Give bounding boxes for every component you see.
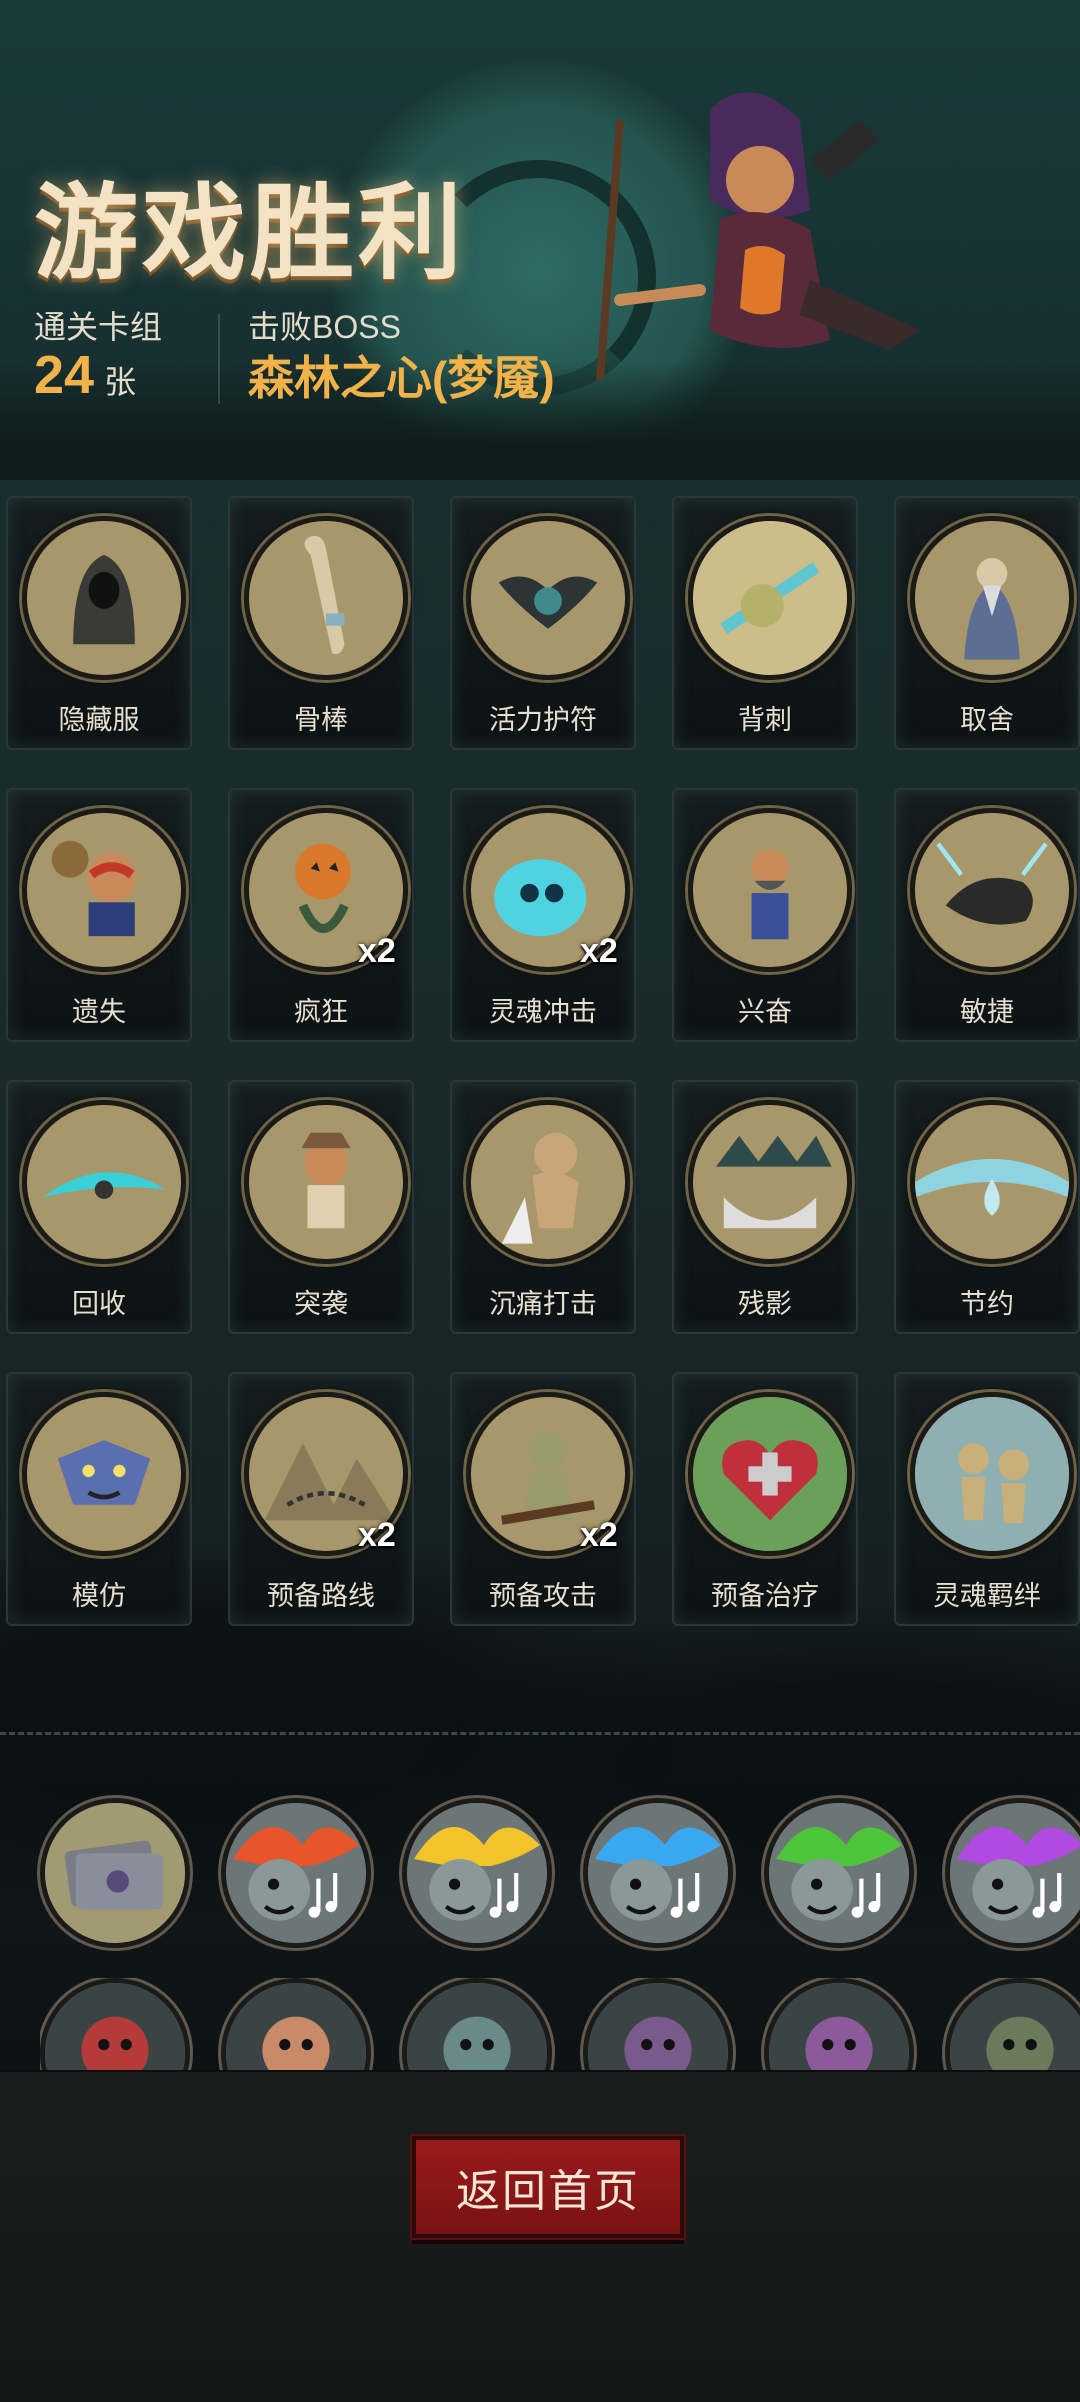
goblin-portrait-icon[interactable] (40, 1978, 190, 2070)
header-divider (218, 314, 220, 404)
gargoyle-portrait-icon[interactable] (583, 1978, 733, 2070)
card-item[interactable]: x2 疯狂 (228, 788, 414, 1042)
card-name: 预备路线 (267, 1581, 375, 1611)
card-name: 取舍 (960, 705, 1014, 735)
card-item[interactable]: 敏捷 (894, 788, 1080, 1042)
thief-icon (22, 808, 186, 972)
boss-name: 森林之心(梦魇) (248, 352, 555, 404)
card-grid: 隐藏服 骨棒 活力护符 背刺 取舍遗失 x2 疯狂 x2 灵魂冲击 兴奋 敏捷回收 突袭 沉痛打击 残影 节… (6, 496, 1080, 1626)
card-item[interactable]: 沉痛打击 (450, 1080, 636, 1334)
card-multiplier: x2 (580, 932, 618, 970)
card-item[interactable]: 活力护符 (450, 496, 636, 750)
victory-title: 游戏胜利 (34, 172, 467, 294)
relic-row-1 (40, 1798, 1080, 1948)
card-name: 节约 (960, 1289, 1014, 1319)
card-name: 活力护符 (489, 705, 597, 735)
card-multiplier: x2 (580, 1516, 618, 1554)
card-item[interactable]: x2 预备路线 (228, 1372, 414, 1626)
card-item[interactable]: 回收 (6, 1080, 192, 1334)
card-item[interactable]: 突袭 (228, 1080, 414, 1334)
robed-sage-icon (910, 516, 1074, 680)
bard-red-flame-icon[interactable] (221, 1798, 371, 1948)
card-item[interactable]: 背刺 (672, 496, 858, 750)
card-name: 疯狂 (294, 997, 348, 1027)
card-item[interactable]: x2 预备攻击 (450, 1372, 636, 1626)
vampire-portrait-icon[interactable] (764, 1978, 914, 2070)
card-name: 骨棒 (294, 705, 348, 735)
soul-bond-icon (910, 1392, 1074, 1556)
card-item[interactable]: 取舍 (894, 496, 1080, 750)
card-item[interactable]: 兴奋 (672, 788, 858, 1042)
card-name: 预备治疗 (711, 1581, 819, 1611)
relic-row-2 (40, 1978, 1080, 2070)
bard-green-flame-icon[interactable] (764, 1798, 914, 1948)
scavenger-portrait-icon[interactable] (402, 1978, 552, 2070)
card-item[interactable]: 骨棒 (228, 496, 414, 750)
card-name: 残影 (738, 1289, 792, 1319)
goblin-mask-icon (22, 1392, 186, 1556)
return-home-button[interactable]: 返回首页 (412, 2136, 684, 2238)
deck-count-group: 24 张 (34, 344, 136, 406)
card-name: 沉痛打击 (489, 1289, 597, 1319)
bat-amulet-icon (466, 516, 630, 680)
spinning-blade-icon (22, 1100, 186, 1264)
card-item[interactable]: x2 灵魂冲击 (450, 788, 636, 1042)
deck-unit: 张 (104, 364, 137, 400)
water-drop-icon (910, 1100, 1074, 1264)
card-pack-icon[interactable] (40, 1798, 190, 1948)
card-name: 预备攻击 (489, 1581, 597, 1611)
dwarf-warrior-icon (688, 808, 852, 972)
shadow-clones-icon (688, 1100, 852, 1264)
card-item[interactable]: 隐藏服 (6, 496, 192, 750)
panther-icon (910, 808, 1074, 972)
backstab-icon (688, 516, 852, 680)
card-name: 背刺 (738, 705, 792, 735)
card-item[interactable]: 灵魂羁绊 (894, 1372, 1080, 1626)
card-name: 回收 (72, 1289, 126, 1319)
card-name: 敏捷 (960, 997, 1014, 1027)
card-name: 突袭 (294, 1289, 348, 1319)
card-name: 兴奋 (738, 997, 792, 1027)
card-item[interactable]: 遗失 (6, 788, 192, 1042)
card-name: 遗失 (72, 997, 126, 1027)
hero-illustration (596, 92, 920, 381)
heart-cross-icon (688, 1392, 852, 1556)
deck-count: 24 (34, 345, 95, 405)
deck-label: 通关卡组 (34, 309, 163, 345)
card-item[interactable]: 节约 (894, 1080, 1080, 1334)
brute-portrait-icon[interactable] (221, 1978, 371, 2070)
bard-purple-flame-icon[interactable] (945, 1798, 1080, 1948)
swordsman-portrait-icon[interactable] (945, 1978, 1080, 2070)
bard-yellow-flame-icon[interactable] (402, 1798, 552, 1948)
bone-club-icon (244, 516, 408, 680)
hooded-cloak-icon (22, 516, 186, 680)
card-name: 隐藏服 (58, 705, 140, 735)
ogre-smash-icon (466, 1100, 630, 1264)
section-divider (0, 1732, 1080, 1735)
card-multiplier: x2 (358, 1516, 396, 1554)
raider-icon (244, 1100, 408, 1264)
card-multiplier: x2 (358, 932, 396, 970)
card-item[interactable]: 预备治疗 (672, 1372, 858, 1626)
card-item[interactable]: 残影 (672, 1080, 858, 1334)
card-name: 灵魂冲击 (489, 997, 597, 1027)
card-name: 模仿 (72, 1581, 126, 1611)
card-name: 灵魂羁绊 (933, 1581, 1041, 1611)
bard-blue-flame-icon[interactable] (583, 1798, 733, 1948)
card-item[interactable]: 模仿 (6, 1372, 192, 1626)
